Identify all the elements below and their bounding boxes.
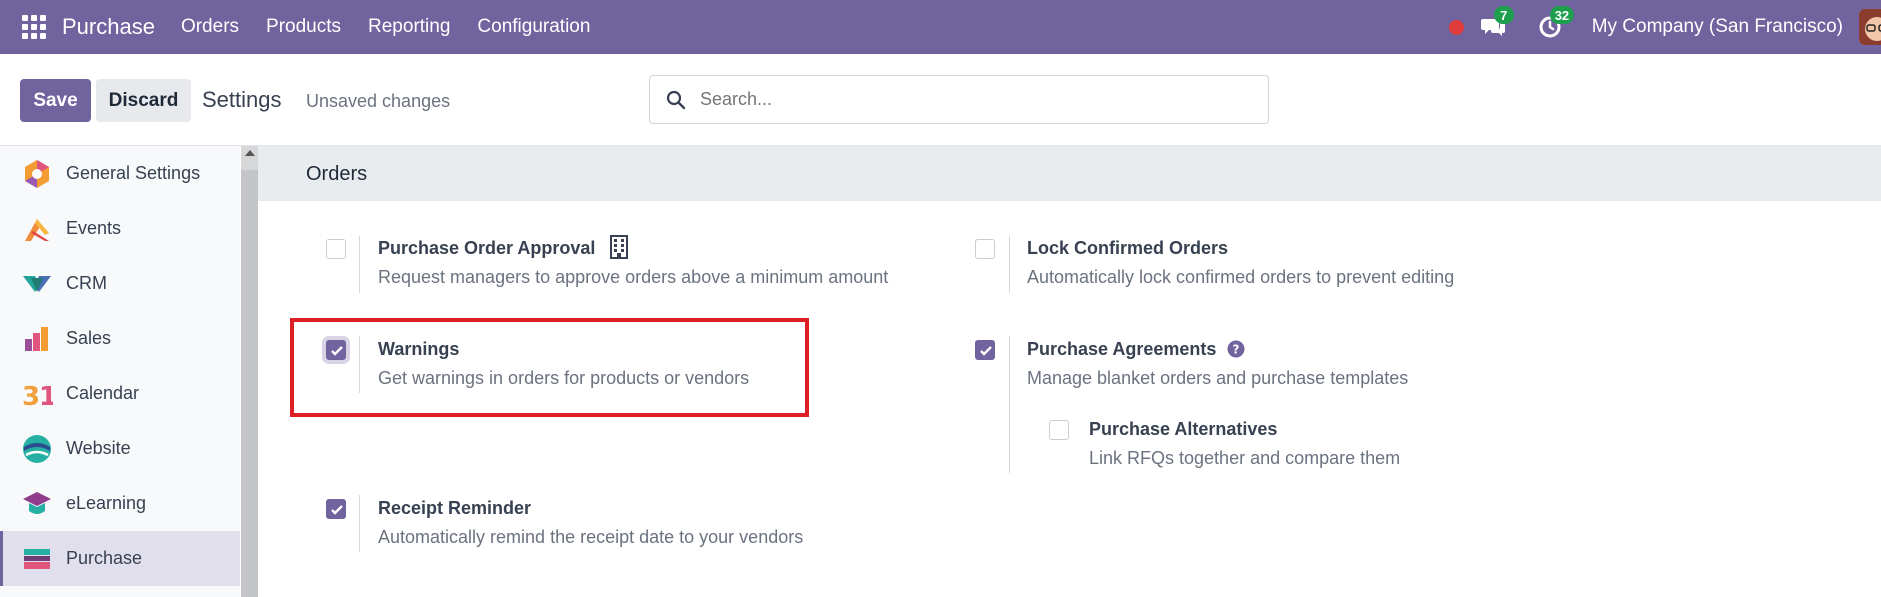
top-navbar: Purchase Orders Products Reporting Confi…	[0, 0, 1881, 54]
menu-orders[interactable]: Orders	[181, 16, 239, 38]
sidebar-item-label: Sales	[66, 328, 112, 348]
warnings-highlight-box	[290, 318, 809, 417]
menu-reporting[interactable]: Reporting	[368, 16, 450, 38]
discard-button[interactable]: Discard	[96, 79, 191, 122]
search-icon	[666, 90, 686, 109]
search-input[interactable]	[700, 89, 1240, 110]
company-building-icon	[610, 235, 628, 259]
sidebar-item-label: eLearning	[66, 493, 147, 513]
divider	[359, 236, 360, 293]
messages-count-badge: 7	[1493, 6, 1514, 24]
messages-button[interactable]: 7	[1480, 6, 1514, 41]
activities-button[interactable]: 32	[1536, 6, 1575, 41]
website-icon	[23, 434, 51, 463]
checkmark-icon	[980, 346, 992, 356]
svg-text:1: 1	[39, 382, 53, 410]
menu-configuration[interactable]: Configuration	[477, 16, 590, 38]
purchase-agreements-description: Manage blanket orders and purchase templ…	[1027, 368, 1409, 388]
sidebar-item-label: Purchase	[66, 548, 143, 568]
purchase-icon	[24, 548, 50, 569]
user-avatar[interactable]	[1859, 9, 1881, 45]
help-question-icon[interactable]: ?	[1227, 340, 1245, 358]
lock-confirmed-orders-description: Automatically lock confirmed orders to p…	[1027, 267, 1455, 287]
sidebar-item-elearning[interactable]: eLearning	[0, 476, 240, 531]
receipt-reminder-title: Receipt Reminder	[378, 498, 532, 518]
purchase-agreements-title: Purchase Agreements	[1027, 339, 1217, 359]
purchase-alternatives-checkbox[interactable]	[1049, 420, 1069, 440]
sales-icon	[25, 326, 48, 351]
app-name[interactable]: Purchase	[62, 14, 155, 40]
sidebar-item-sales[interactable]: Sales	[0, 311, 240, 366]
svg-text:?: ?	[1233, 343, 1240, 357]
sidebar-item-website[interactable]: Website	[0, 421, 240, 476]
sidebar-item-label: Events	[66, 218, 122, 238]
sidebar-item-purchase[interactable]: Purchase	[0, 531, 240, 586]
sidebar-item-label: Website	[66, 438, 131, 458]
sidebar-item-label: Calendar	[66, 383, 140, 403]
divider	[1009, 236, 1010, 293]
recording-indicator-icon[interactable]	[1448, 19, 1464, 35]
save-button[interactable]: Save	[20, 79, 91, 122]
scrollbar-thumb[interactable]	[241, 170, 258, 597]
avatar-face-icon	[1859, 9, 1881, 45]
activities-count-badge: 32	[1549, 6, 1575, 24]
search-bar[interactable]	[649, 75, 1269, 124]
sidebar-item-crm[interactable]: CRM	[0, 256, 240, 311]
control-panel: Save Discard Settings Unsaved changes	[0, 54, 1881, 146]
sidebar-item-label: CRM	[66, 273, 107, 293]
crm-icon	[23, 275, 51, 292]
purchase-order-approval-title: Purchase Order Approval	[378, 238, 596, 258]
purchase-order-approval-checkbox[interactable]	[326, 239, 346, 259]
sidebar-item-events[interactable]: Events	[0, 201, 240, 256]
settings-sidebar: General Settings Events CRM Sales 3 1 Ca…	[0, 146, 240, 597]
elearning-icon	[23, 491, 51, 514]
purchase-agreements-checkbox[interactable]	[975, 340, 995, 360]
scroll-up-arrow-icon[interactable]	[245, 150, 255, 156]
divider	[359, 495, 360, 552]
sidebar-item-calendar[interactable]: 3 1 Calendar	[0, 366, 240, 421]
sidebar-item-general-settings[interactable]: General Settings	[0, 146, 240, 201]
receipt-reminder-checkbox[interactable]	[326, 499, 346, 519]
lock-confirmed-orders-checkbox[interactable]	[975, 239, 995, 259]
section-title: Orders	[306, 163, 368, 185]
menu-products[interactable]: Products	[266, 16, 341, 38]
purchase-alternatives-description: Link RFQs together and compare them	[1089, 448, 1401, 468]
lock-confirmed-orders-title: Lock Confirmed Orders	[1027, 238, 1229, 258]
events-icon	[25, 218, 49, 241]
section-header: Orders	[258, 146, 1881, 201]
purchase-alternatives-title: Purchase Alternatives	[1089, 419, 1278, 439]
checkmark-icon	[331, 505, 343, 515]
page-title: Settings	[202, 87, 282, 112]
calendar-icon: 3 1	[22, 382, 53, 410]
purchase-order-approval-description: Request managers to approve orders above…	[378, 267, 889, 287]
app-menu-icon[interactable]	[22, 15, 46, 39]
svg-text:3: 3	[22, 382, 40, 410]
sidebar-scrollbar[interactable]	[241, 146, 258, 597]
unsaved-changes-indicator: Unsaved changes	[306, 91, 451, 111]
general-settings-icon	[25, 159, 49, 188]
divider	[1009, 336, 1010, 473]
company-switcher[interactable]: My Company (San Francisco)	[1592, 16, 1843, 38]
receipt-reminder-description: Automatically remind the receipt date to…	[378, 527, 804, 547]
sidebar-item-label: General Settings	[66, 163, 201, 183]
